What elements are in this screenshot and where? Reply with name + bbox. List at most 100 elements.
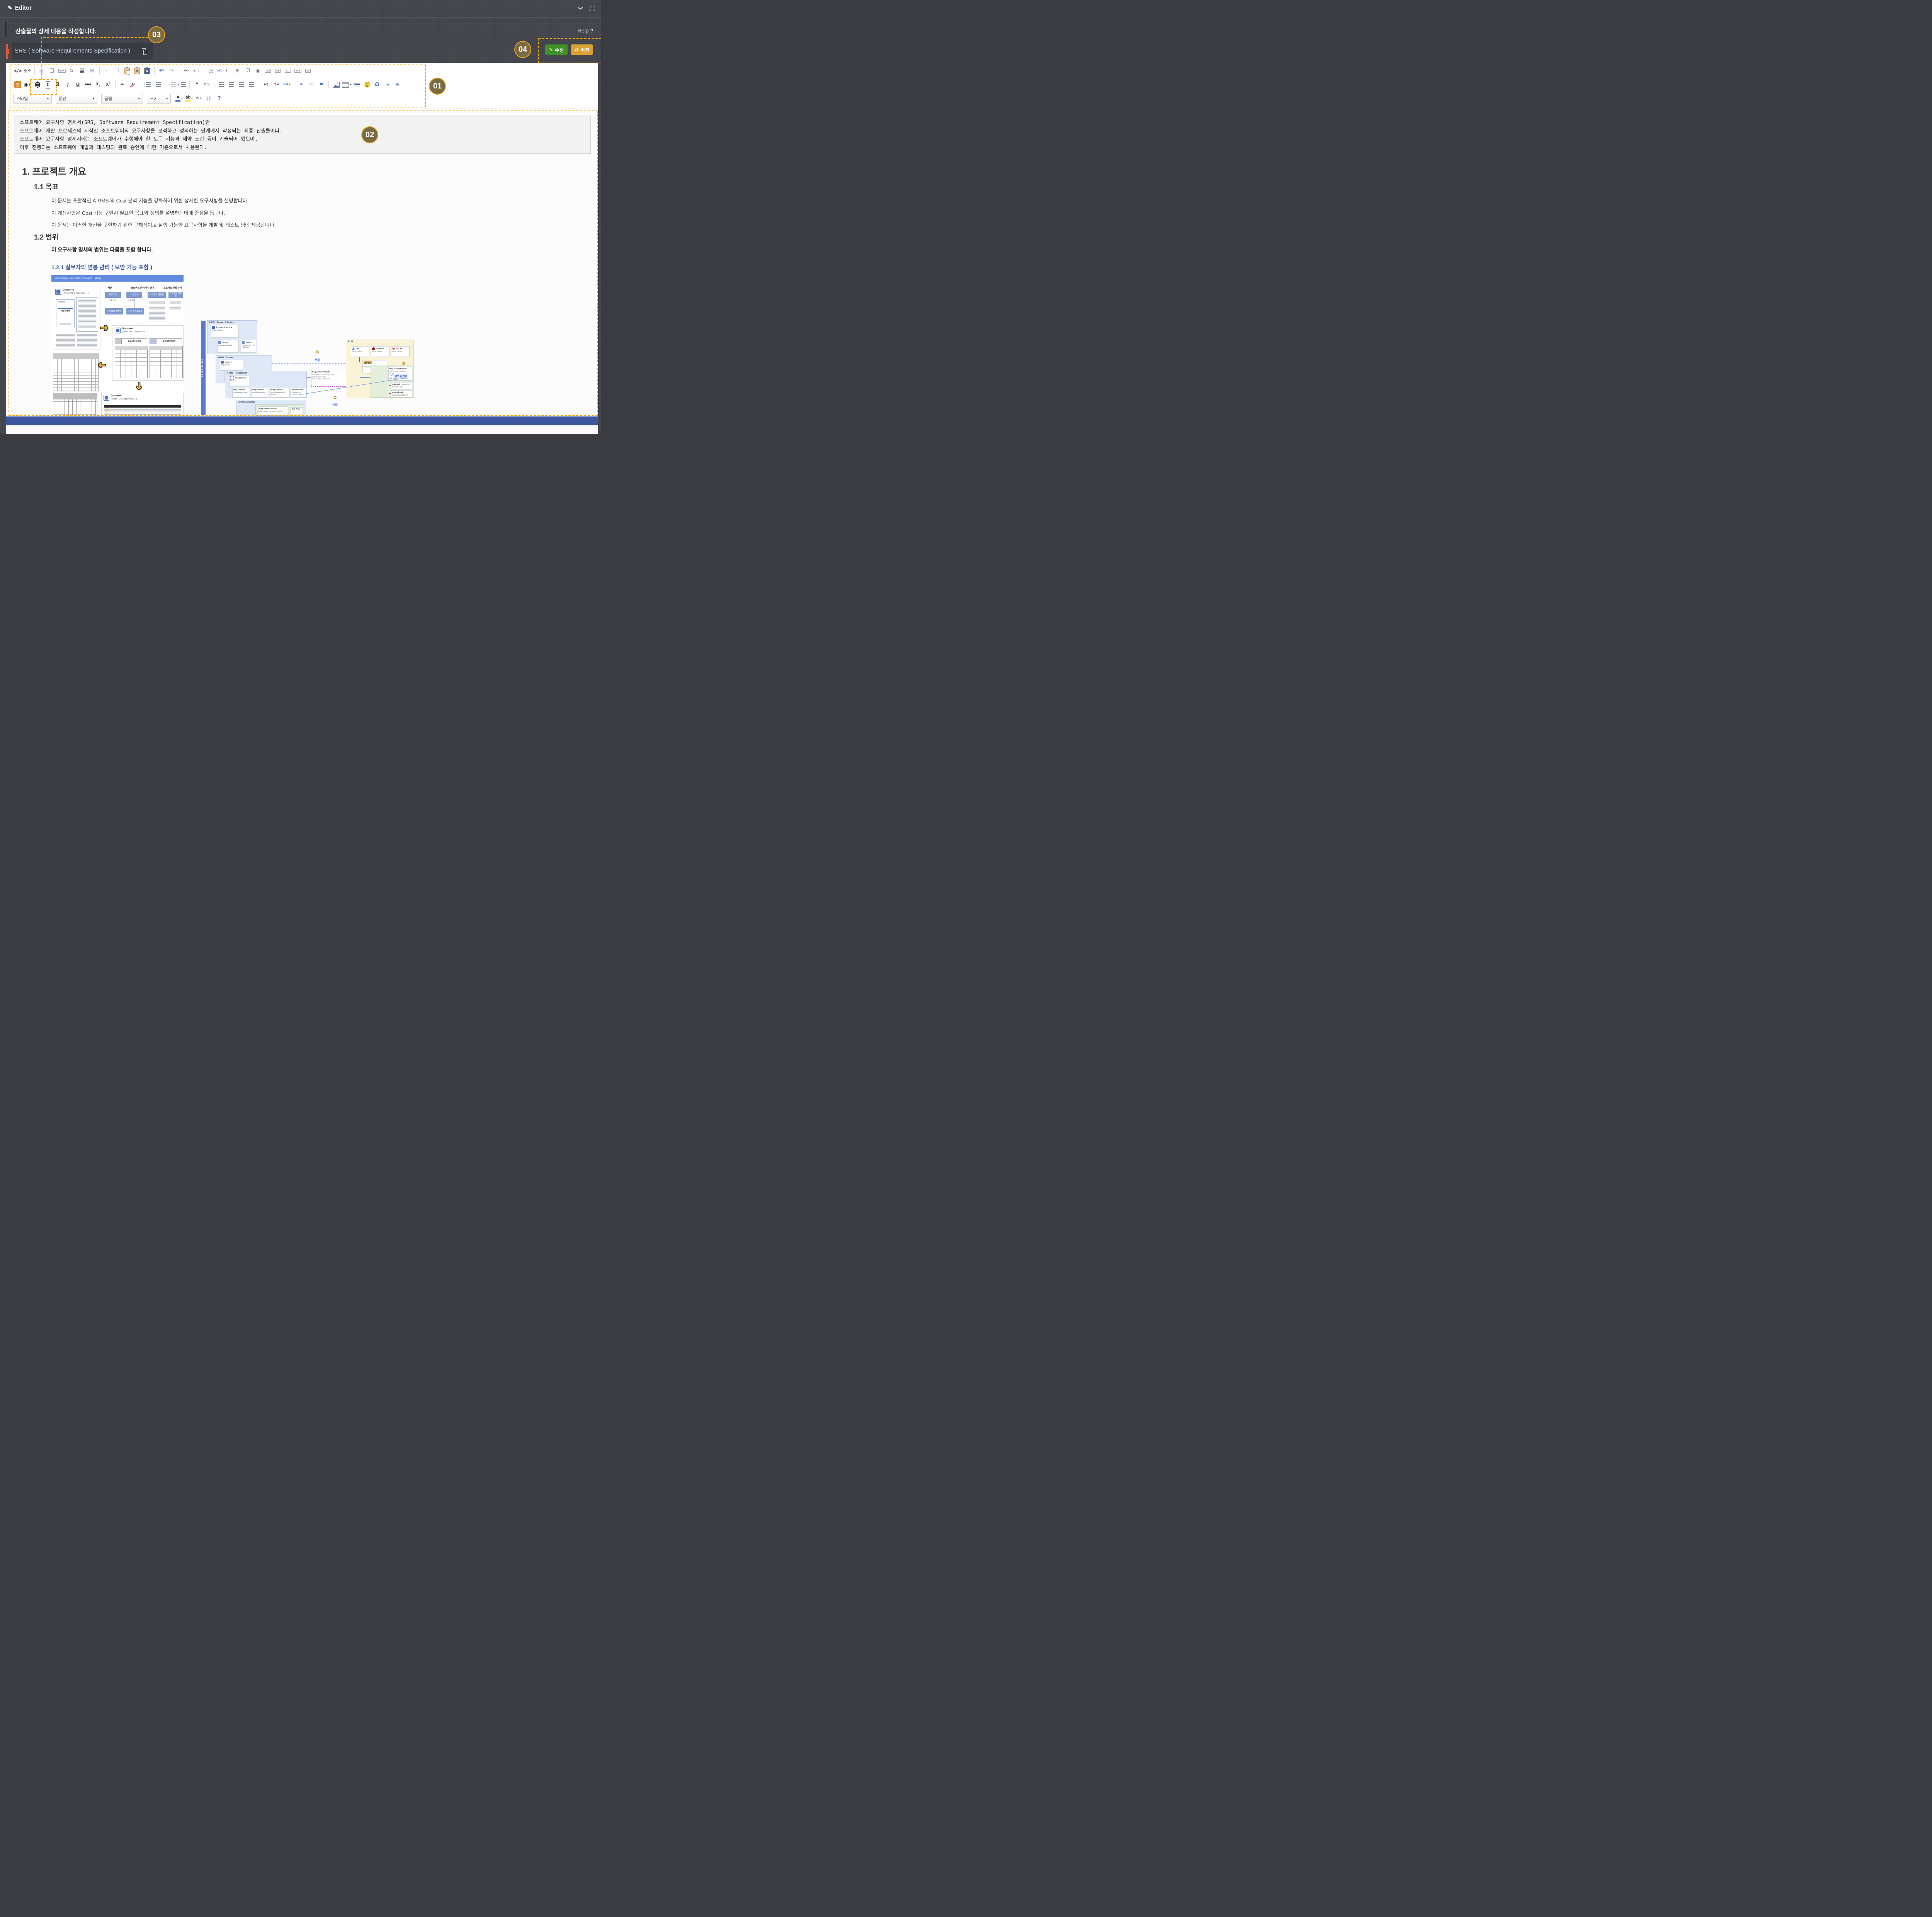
align-center-icon[interactable] — [227, 80, 236, 89]
flow-col-prep: 프로젝트 준비/착수 단계 — [131, 286, 154, 289]
anchor-insert-icon[interactable]: @+ — [23, 80, 32, 89]
find-icon[interactable]: ⚯ — [182, 66, 191, 75]
copy-document-button[interactable] — [140, 46, 148, 56]
align-left-icon[interactable] — [217, 80, 226, 89]
diagram-icon[interactable]: 品 — [13, 80, 22, 89]
font-dropdown[interactable]: 글꼴▾ — [101, 94, 143, 104]
line-height-icon[interactable]: ↕ — [43, 80, 52, 89]
toolbar-separator — [189, 81, 190, 88]
page-subtitle: 산출물의 상세 내용을 작성합니다. — [15, 27, 97, 35]
toolbar-separator — [34, 67, 35, 75]
underline-icon[interactable]: U — [73, 80, 82, 89]
rtl-icon[interactable]: ¶◂ — [272, 80, 281, 89]
italic-icon[interactable]: I — [63, 80, 72, 89]
requirement-table-1 — [53, 353, 99, 391]
form-icon[interactable]: ⊞ — [233, 66, 242, 75]
indent-icon[interactable] — [178, 80, 187, 89]
highlight-icon[interactable]: ab▾ — [185, 94, 194, 103]
section-1-1-paragraphs: 이 문서는 포괄적인 A-RMS 의 Cost 분석 기능을 강화하기 위한 상… — [51, 195, 276, 231]
hidden-field-icon[interactable]: xxx — [293, 66, 302, 75]
bulleted-list-icon[interactable] — [153, 80, 162, 89]
maximize-icon[interactable]: ⇱⇲ — [195, 94, 204, 103]
label-deploy: 배포 및 반영 — [394, 374, 408, 378]
image-icon[interactable] — [332, 80, 340, 89]
flow-box: 사업관리 산출물 — [148, 292, 166, 298]
export-pdf-icon[interactable]: PDF — [58, 66, 66, 75]
preview-icon[interactable]: ⚲ — [68, 66, 77, 75]
embedded-image-process-flow: Architecture: Websites > Content Hosting… — [51, 275, 184, 415]
spellcheck-icon[interactable]: ABC✓▾ — [217, 66, 228, 75]
superscript-icon[interactable]: X2 — [104, 80, 112, 89]
iframe-icon[interactable]: ⊕ — [393, 80, 402, 89]
fullscreen-expand-icon[interactable]: ↖↗↙↘ — [589, 5, 596, 11]
new-page-icon[interactable]: ❏ — [48, 66, 56, 75]
radio-icon[interactable]: ◉ — [253, 66, 262, 75]
editor-panel: </>소스 ▣❏PDF⚲≣▤ ✂❐ AW ↶↷ ⚯a⇄c ⌖ABC✓▾ ⊞☑◉abla¶≡↕x… — [6, 63, 598, 425]
edit-pencil-icon: ✎ — [8, 5, 12, 11]
version-undo-icon: ↺ — [575, 47, 578, 53]
horizontal-rule-icon[interactable] — [353, 80, 362, 89]
text-field-icon[interactable]: abl — [263, 66, 272, 75]
page-title: ✎ Editor — [8, 5, 32, 11]
toolbar-separator — [328, 81, 329, 88]
copy-icon[interactable]: ❐ — [112, 66, 121, 75]
version-button[interactable]: ↺버전 — [571, 44, 593, 55]
help-link[interactable]: Help? — [578, 27, 594, 34]
paste-icon[interactable] — [122, 66, 131, 75]
paste-word-icon[interactable]: W — [143, 66, 151, 75]
checkbox-icon[interactable]: ☑ — [243, 66, 252, 75]
ltr-icon[interactable]: ▸¶ — [262, 80, 271, 89]
source-icon[interactable]: </>소스 — [13, 66, 32, 75]
form-button-icon[interactable]: ab — [303, 66, 312, 75]
edit-button[interactable]: ✎수정 — [545, 44, 568, 55]
language-icon[interactable]: ⊕A▾ — [282, 80, 291, 89]
gear-icon: ⚙ — [333, 395, 337, 400]
remove-format-icon[interactable]: A — [128, 80, 137, 89]
about-icon[interactable]: ? — [215, 94, 224, 103]
save-icon[interactable]: ▣ — [37, 66, 46, 75]
align-right-icon[interactable] — [237, 80, 246, 89]
smiley-icon[interactable]: ☺ — [363, 80, 372, 89]
div-container-icon[interactable]: DIV — [202, 80, 211, 89]
text-wrap-icon[interactable] — [33, 80, 42, 89]
embedded-image-arms-diagram: Time Line A-RMS : Product & Service Prod… — [201, 320, 414, 416]
cut-icon[interactable]: ✂ — [102, 66, 111, 75]
copy-format-icon[interactable]: ✒ — [118, 80, 127, 89]
format-dropdown[interactable]: 문단▾ — [56, 94, 97, 104]
templates-icon[interactable]: ▤ — [88, 66, 97, 75]
size-dropdown[interactable]: 크기▾ — [147, 94, 171, 104]
select-all-icon[interactable]: ⌖ — [207, 66, 216, 75]
gitlab-logo-icon — [392, 347, 395, 350]
anchor-flag-icon[interactable]: ⚑ — [317, 80, 326, 89]
collapse-chevron-icon[interactable]: ❯ — [578, 6, 584, 10]
special-char-icon[interactable]: Ω — [373, 80, 382, 89]
textarea-icon[interactable]: a¶ — [273, 66, 282, 75]
page-break-icon[interactable]: ⇥ — [383, 80, 392, 89]
undo-icon[interactable]: ↶ — [157, 66, 166, 75]
outdent-icon[interactable] — [168, 80, 177, 89]
blockquote-icon[interactable]: ❝ — [192, 80, 201, 89]
text-color-icon[interactable]: A▾ — [175, 94, 184, 103]
strikethrough-icon[interactable]: abc — [83, 80, 92, 89]
style-dropdown[interactable]: 스타일▾ — [13, 94, 52, 104]
numbered-list-icon[interactable] — [143, 80, 152, 89]
replace-icon[interactable]: a⇄c — [192, 66, 201, 75]
subscript-icon[interactable]: X2 — [94, 80, 102, 89]
align-justify-icon[interactable] — [247, 80, 256, 89]
print-icon[interactable]: ≣ — [78, 66, 87, 75]
link-icon[interactable]: ⚭ — [297, 80, 306, 89]
unlink-icon[interactable]: ⚮ — [307, 80, 316, 89]
show-blocks-icon[interactable]: ¶ — [205, 94, 214, 103]
table-icon[interactable]: ▾ — [342, 80, 352, 89]
bold-icon[interactable]: B — [53, 80, 62, 89]
subtitle-accent-bar — [5, 22, 7, 37]
arrow-down-icon: ➜ — [133, 382, 145, 390]
select-field-icon[interactable]: ≡↕ — [283, 66, 292, 75]
redo-icon[interactable]: ↷ — [167, 66, 176, 75]
editor-content[interactable]: 소프트웨어 요구사항 명세서(SRS, Software Requirement… — [6, 109, 598, 434]
annotation-badge-03: 03 — [148, 26, 165, 43]
title-accent-arrow — [6, 44, 8, 59]
jira-logo-icon — [352, 347, 355, 350]
paste-text-icon[interactable]: A — [133, 66, 141, 75]
intro-paragraph-box: 소프트웨어 요구사항 명세서(SRS, Software Requirement… — [14, 115, 591, 154]
